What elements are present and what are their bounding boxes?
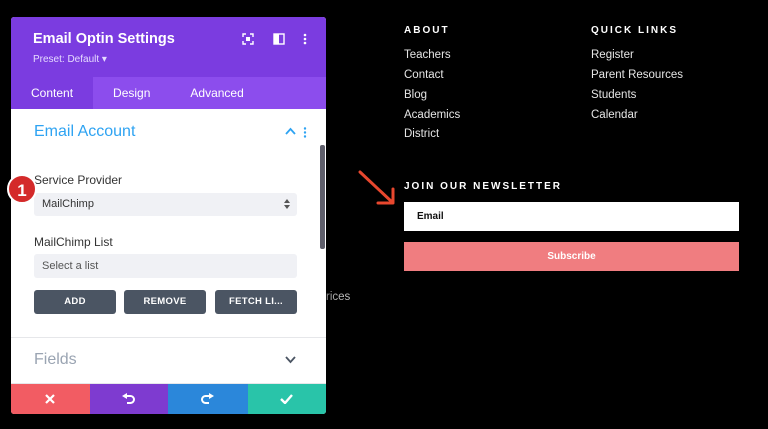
close-icon — [45, 394, 56, 404]
fields-section-title[interactable]: Fields — [34, 351, 77, 369]
quick-links-heading: QUICK LINKS — [591, 25, 678, 36]
fullscreen-icon[interactable] — [241, 32, 255, 46]
chevron-up-icon[interactable] — [285, 127, 296, 135]
email-account-section-title[interactable]: Email Account — [34, 123, 135, 141]
panel-title: Email Optin Settings — [33, 31, 175, 47]
service-provider-value: MailChimp — [42, 198, 94, 210]
footer-link-contact[interactable]: Contact — [404, 69, 444, 81]
add-button[interactable]: ADD — [34, 290, 116, 314]
remove-button[interactable]: REMOVE — [124, 290, 206, 314]
undo-button[interactable] — [89, 384, 168, 414]
panel-body: Email Account Service Provider MailChimp… — [11, 109, 326, 384]
tab-design[interactable]: Design — [93, 77, 170, 109]
mailchimp-list-label: MailChimp List — [34, 235, 113, 249]
fetch-lists-button[interactable]: FETCH LI... — [215, 290, 297, 314]
annotation-arrow-icon — [358, 170, 395, 205]
settings-tabs: Content Design Advanced — [11, 77, 326, 109]
newsletter-email-input[interactable]: Email — [404, 202, 739, 231]
footer-link-blog[interactable]: Blog — [404, 89, 427, 101]
panel-footer-actions — [11, 384, 326, 414]
more-options-icon[interactable] — [298, 32, 312, 46]
mailchimp-list-select[interactable]: Select a list — [34, 254, 297, 278]
newsletter-heading: JOIN OUR NEWSLETTER — [404, 181, 563, 192]
cancel-button[interactable] — [11, 384, 90, 414]
tab-content[interactable]: Content — [11, 77, 94, 109]
redo-icon — [201, 393, 215, 404]
panel-header: Email Optin Settings Preset: Default ▾ — [11, 17, 326, 77]
partial-footer-text: rices — [326, 291, 351, 303]
subscribe-button[interactable]: Subscribe — [404, 242, 739, 271]
footer-link-parent-resources[interactable]: Parent Resources — [591, 69, 683, 81]
undo-icon — [122, 393, 136, 404]
email-optin-settings-panel: Email Optin Settings Preset: Default ▾ C… — [11, 17, 326, 414]
footer-link-academics[interactable]: Academics — [404, 109, 460, 121]
footer-link-calendar[interactable]: Calendar — [591, 109, 638, 121]
tab-advanced[interactable]: Advanced — [170, 77, 263, 109]
save-button[interactable] — [247, 384, 326, 414]
footer-link-students[interactable]: Students — [591, 89, 636, 101]
footer-link-register[interactable]: Register — [591, 49, 634, 61]
screenshot-stage: ABOUT Teachers Contact Blog Academics Di… — [0, 0, 768, 429]
service-provider-label: Service Provider — [34, 173, 123, 187]
split-view-icon[interactable] — [272, 32, 286, 46]
chevron-down-icon[interactable] — [285, 356, 296, 364]
section-options-icon[interactable] — [303, 127, 307, 138]
preset-dropdown[interactable]: Preset: Default ▾ — [33, 54, 107, 65]
footer-link-teachers[interactable]: Teachers — [404, 49, 451, 61]
check-icon — [280, 394, 294, 404]
select-arrows-icon — [284, 199, 290, 209]
panel-scrollbar[interactable] — [320, 145, 325, 249]
service-provider-select[interactable]: MailChimp — [34, 193, 297, 216]
section-divider — [11, 337, 326, 338]
step-number-badge: 1 — [7, 174, 37, 204]
footer-link-district[interactable]: District — [404, 128, 439, 140]
redo-button[interactable] — [168, 384, 248, 414]
about-heading: ABOUT — [404, 25, 450, 36]
